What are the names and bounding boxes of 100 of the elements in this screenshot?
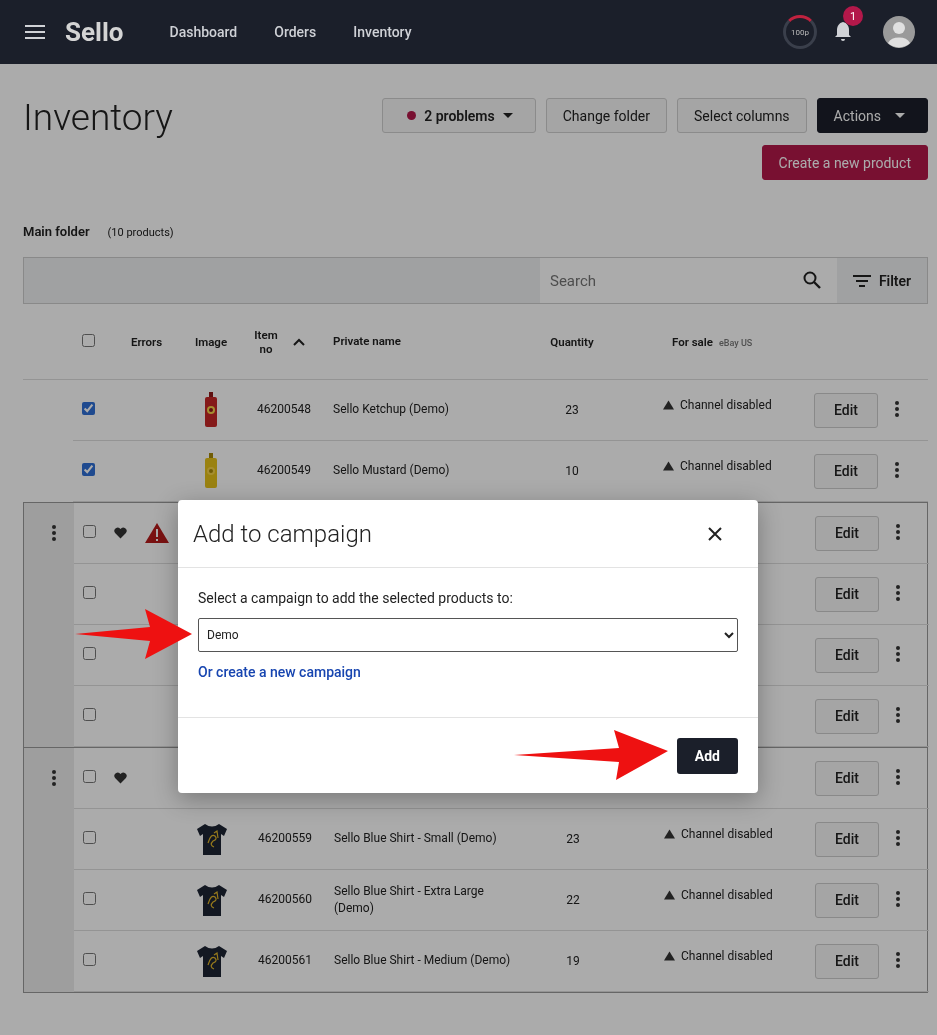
quantity: 19 <box>566 954 580 968</box>
more-icon[interactable] <box>896 584 900 601</box>
more-icon[interactable] <box>52 770 56 786</box>
column-header[interactable]: Item no <box>251 327 281 356</box>
product-name: Sello Mustard (Demo) <box>333 463 450 478</box>
product-name: Sello Ketchup (Demo) <box>333 402 449 417</box>
edit-button[interactable]: Edit <box>815 882 879 918</box>
channel-status: Channel disabled <box>680 398 772 412</box>
row-checkbox[interactable] <box>83 892 96 905</box>
heart-icon[interactable] <box>113 772 127 784</box>
row-checkbox[interactable] <box>83 586 96 599</box>
column-header[interactable]: Quantity <box>550 334 594 349</box>
more-icon[interactable] <box>896 951 900 968</box>
warning-icon <box>664 890 675 900</box>
channel-status: Channel disabled <box>681 827 773 841</box>
nav-link[interactable]: Orders <box>274 24 317 40</box>
group-handle-bar[interactable] <box>24 748 74 992</box>
quantity: 23 <box>565 403 579 417</box>
edit-button[interactable]: Edit <box>815 637 879 673</box>
edit-button[interactable]: Edit <box>814 392 878 428</box>
edit-button[interactable]: Edit <box>815 760 879 796</box>
page-title: Inventory <box>23 98 173 141</box>
notification-badge: 1 <box>843 6 863 26</box>
product-name: Sello Blue Shirt - Small (Demo) <box>334 831 497 846</box>
campaign-select[interactable]: Demo <box>198 618 738 652</box>
edit-button[interactable]: Edit <box>815 698 879 734</box>
row-checkbox[interactable] <box>83 708 96 721</box>
more-icon[interactable] <box>895 461 899 478</box>
close-icon[interactable] <box>708 526 722 541</box>
item-number: 46200560 <box>258 892 312 907</box>
heart-icon[interactable] <box>113 527 127 539</box>
channel-status: Channel disabled <box>681 949 773 963</box>
channel-status: Channel disabled <box>681 888 773 902</box>
problems-dropdown[interactable]: 2 problems <box>382 98 536 133</box>
more-icon[interactable] <box>895 400 899 417</box>
caret-icon <box>502 113 513 118</box>
menu-icon[interactable] <box>25 25 45 39</box>
row-checkbox[interactable] <box>82 402 95 415</box>
brand-logo[interactable]: Sello <box>65 17 124 47</box>
field-label: Select a campaign to add the selected products to: <box>198 590 514 606</box>
product-name: Sello Blue Shirt - Extra Large (Demo) <box>334 883 484 915</box>
item-number: 46200561 <box>258 953 312 968</box>
edit-button[interactable]: Edit <box>814 453 878 489</box>
warning-icon <box>664 951 675 961</box>
usage-meter[interactable]: 100p <box>783 15 817 49</box>
row-checkbox[interactable] <box>83 525 96 538</box>
more-icon[interactable] <box>896 523 900 540</box>
create-product-button[interactable]: Create a new product <box>761 145 928 180</box>
column-header[interactable]: Image <box>194 334 228 349</box>
tshirt-image <box>194 882 230 918</box>
quantity: 10 <box>565 464 579 478</box>
product-name: Sello Blue Shirt - Medium (Demo) <box>334 953 511 968</box>
more-icon[interactable] <box>896 829 900 846</box>
avatar-icon[interactable] <box>883 16 915 48</box>
status-dot <box>407 111 417 120</box>
column-header[interactable]: For sale <box>672 334 713 349</box>
select-all-checkbox[interactable] <box>82 333 95 347</box>
sort-ascending-icon[interactable] <box>293 337 305 346</box>
channel-status: Channel disabled <box>680 459 772 473</box>
warning-icon <box>663 461 674 471</box>
more-icon[interactable] <box>896 890 900 907</box>
row-checkbox[interactable] <box>82 463 95 476</box>
more-icon[interactable] <box>896 768 900 785</box>
toolbar-button[interactable]: Change folder <box>545 98 667 133</box>
row-checkbox[interactable] <box>83 770 96 783</box>
create-campaign-link[interactable]: Or create a new campaign <box>198 664 361 680</box>
edit-button[interactable]: Edit <box>815 943 879 979</box>
more-icon[interactable] <box>896 706 900 723</box>
dialog-title: Add to campaign <box>193 519 372 548</box>
item-number: 46200559 <box>258 831 312 846</box>
row-checkbox[interactable] <box>83 831 96 844</box>
notification-icon[interactable] <box>834 22 852 42</box>
warning-icon <box>663 400 674 410</box>
column-header[interactable]: Errors <box>131 334 163 349</box>
add-button[interactable]: Add <box>676 737 738 774</box>
item-number: 46200549 <box>257 463 311 478</box>
warning-icon <box>664 829 675 839</box>
bottle-image <box>203 392 219 428</box>
group-handle-bar[interactable] <box>24 503 74 747</box>
nav-link[interactable]: Dashboard <box>169 24 238 40</box>
folder-name: Main folder <box>23 224 90 239</box>
column-header[interactable]: Private name <box>333 334 402 349</box>
actions-dropdown[interactable]: Actions <box>816 98 928 133</box>
row-checkbox[interactable] <box>83 953 96 966</box>
edit-button[interactable]: Edit <box>815 576 879 612</box>
product-count: (10 products) <box>107 226 174 239</box>
more-icon[interactable] <box>52 525 56 541</box>
more-icon[interactable] <box>896 645 900 662</box>
tshirt-image <box>194 943 230 979</box>
channel-label: eBay US <box>719 337 753 348</box>
edit-button[interactable]: Edit <box>815 821 879 857</box>
bottle-image <box>203 453 219 489</box>
quantity: 23 <box>566 832 580 846</box>
caret-icon <box>895 113 905 118</box>
nav-link[interactable]: Inventory <box>353 24 412 40</box>
item-number: 46200548 <box>257 402 311 417</box>
edit-button[interactable]: Edit <box>815 515 879 551</box>
tshirt-image <box>194 821 230 857</box>
row-checkbox[interactable] <box>83 647 96 660</box>
toolbar-button[interactable]: Select columns <box>677 98 807 133</box>
